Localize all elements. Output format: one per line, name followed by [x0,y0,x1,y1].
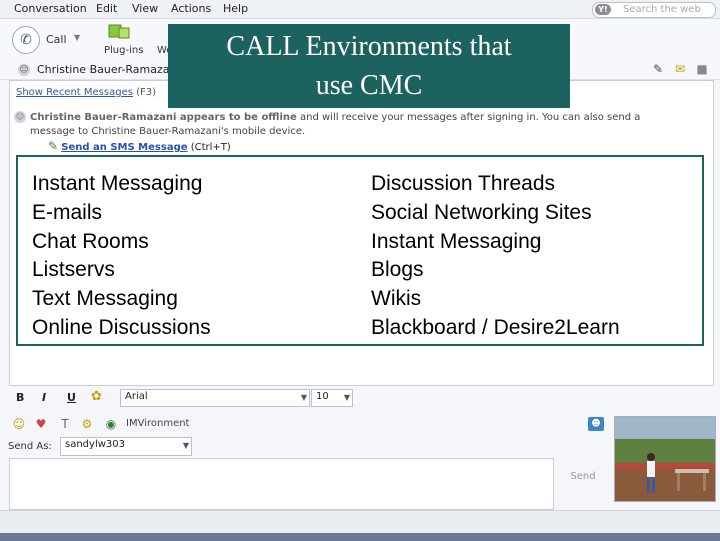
menu-help[interactable]: Help [223,2,248,15]
message-input[interactable] [9,458,554,510]
emoticon-toolbar: ☺ ♥ T ⚙ ◉ IMVironment [9,414,609,434]
messenger-window: Conversation Edit View Actions Help Y! S… [0,0,720,541]
sms-icon: ✎ [48,139,59,153]
search-placeholder: Search the web [623,4,701,15]
list-item: Instant Messaging [32,172,203,195]
send-as-select[interactable]: sandylw303 ▼ [60,437,192,456]
font-size-select[interactable]: 10 ▼ [311,389,353,407]
user-icon[interactable]: ☻ [588,417,604,431]
audible-icon[interactable]: ♥ [33,416,49,432]
chevron-down-icon[interactable]: ▼ [183,441,189,450]
status-icon: ☺ [18,64,30,76]
italic-button[interactable]: I [42,391,46,404]
list-item: Online Discussions [32,315,211,339]
plugins-button[interactable]: Plug-ins [104,45,143,56]
contact-name[interactable]: Christine Bauer-Ramazani [37,63,180,76]
font-family-select[interactable]: Arial ▼ [120,389,310,407]
bold-button[interactable]: B [16,391,24,404]
window-icons: ✎ ✉ ■ [650,61,714,79]
imvironment-button[interactable]: IMVironment [126,418,189,429]
right-column: Discussion Threads Social Networking Sit… [371,170,620,343]
yahoo-icon: Y! [595,4,611,15]
offline-notice-bold: Christine Bauer-Ramazani appears to be o… [30,112,297,123]
offline-notice: Christine Bauer-Ramazani appears to be o… [30,111,670,139]
menu-conversation[interactable]: Conversation [14,2,87,15]
menu-edit[interactable]: Edit [96,2,117,15]
send-as-label: Send As: [8,441,52,452]
envelope-icon[interactable]: ✉ [672,61,688,77]
chevron-down-icon[interactable]: ▼ [344,393,350,402]
pen-icon[interactable]: ✎ [650,61,666,77]
list-item: Listservs [32,258,115,282]
formatting-toolbar: B I U ✿ Arial ▼ 10 ▼ [9,387,712,409]
list-item: Blackboard / Desire2Learn [371,315,620,339]
show-recent-label[interactable]: Show Recent Messages [16,87,133,98]
menu-actions[interactable]: Actions [171,2,211,15]
phone-icon[interactable]: ✆ [12,26,40,54]
call-button[interactable]: Call [46,33,67,46]
show-recent-messages-link[interactable]: Show Recent Messages (F3) [16,87,156,98]
slide-title: CALL Environments that use CMC [168,24,570,108]
menu-bar: Conversation Edit View Actions Help Y! S… [0,0,720,19]
slide-content: Instant Messaging E-mails Chat Rooms Lis… [16,155,704,346]
color-palette-icon[interactable]: ✿ [91,389,102,404]
send-as-value: sandylw303 [65,439,125,450]
nudge-icon[interactable]: ⚙ [79,416,95,432]
underline-button[interactable]: U [67,391,76,404]
chevron-down-icon[interactable]: ▼ [74,33,80,42]
chevron-down-icon[interactable]: ▼ [301,393,307,402]
status-area [0,510,720,541]
slide-title-line1: CALL Environments that [226,31,512,62]
offline-status-icon: ☺ [14,111,26,123]
smiley-icon[interactable]: ☺ [11,416,27,432]
list-item: Discussion Threads [371,172,556,195]
imvironment-icon[interactable]: ◉ [103,416,119,432]
list-item: Wikis [371,287,422,311]
text-style-icon[interactable]: T [57,416,73,432]
sms-row: ✎ Send an SMS Message (Ctrl+T) [48,139,231,153]
font-family-value: Arial [125,391,148,402]
send-sms-link[interactable]: Send an SMS Message [61,142,187,153]
sms-shortcut: (Ctrl+T) [190,142,231,153]
list-item: Text Messaging [32,287,178,311]
web-search-box[interactable]: Y! Search the web [592,2,716,18]
font-size-value: 10 [316,391,329,402]
contact-display-image[interactable] [614,416,716,502]
list-item: Blogs [371,258,424,282]
show-recent-shortcut: (F3) [136,87,157,98]
menu-view[interactable]: View [132,2,158,15]
list-item: E-mails [32,200,103,224]
puzzle-icon[interactable] [105,22,135,42]
list-item: Chat Rooms [32,229,149,253]
left-column: Instant Messaging E-mails Chat Rooms Lis… [32,170,211,343]
list-item: Instant Messaging [371,229,542,253]
list-item: Social Networking Sites [371,200,592,224]
contact-card-icon[interactable]: ■ [694,61,710,77]
slide-title-line2: use CMC [315,70,423,101]
send-button[interactable]: Send [560,458,606,496]
